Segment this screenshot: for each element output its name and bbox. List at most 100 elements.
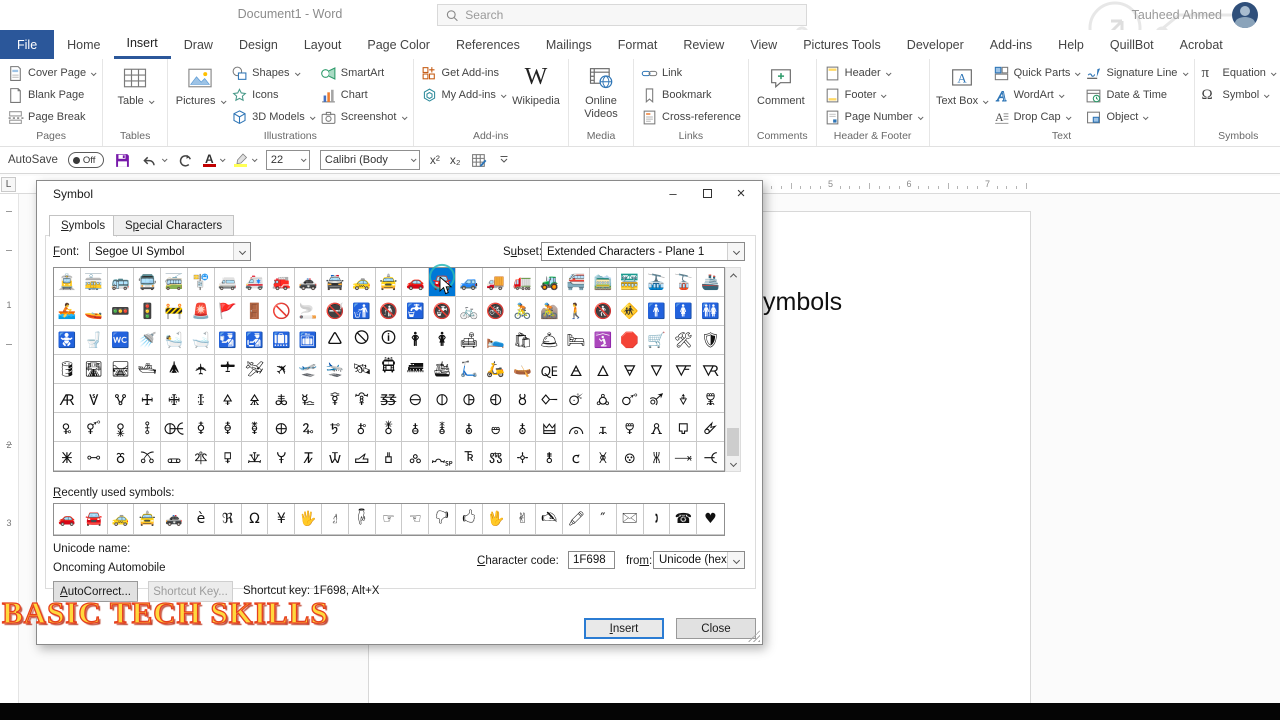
symbol-cell-5-11[interactable]: 🜫 [349, 413, 376, 442]
symbol-cell-5-8[interactable]: 🜨 [268, 413, 295, 442]
redo-button[interactable] [176, 152, 193, 169]
symbol-cell-4-21[interactable]: 🜜 [617, 384, 644, 413]
recent-symbol-cell-22[interactable]: 🕽 [644, 504, 671, 535]
ribbon-item-comment[interactable]: Comment [753, 61, 809, 108]
maximize-icon[interactable] [690, 181, 724, 205]
search-box[interactable] [437, 4, 807, 26]
symbol-cell-6-5[interactable]: 🜾 [188, 442, 215, 471]
symbol-cell-2-14[interactable]: 🛊 [429, 326, 456, 355]
tab-stop-selector[interactable]: L [1, 177, 16, 192]
symbol-cell-6-6[interactable]: 🜿 [215, 442, 242, 471]
symbol-cell-3-16[interactable]: 🛵 [483, 355, 510, 384]
font-size-combobox[interactable]: 22 [266, 150, 310, 170]
symbol-cell-5-2[interactable]: 🜢 [108, 413, 135, 442]
symbol-cell-0-24[interactable]: 🚢 [697, 268, 724, 297]
symbol-cell-4-6[interactable]: 🜍 [215, 384, 242, 413]
tab-layout[interactable]: Layout [291, 30, 355, 59]
recent-symbol-cell-18[interactable]: 🖎 [536, 504, 563, 535]
symbol-cell-4-10[interactable]: 🜑 [322, 384, 349, 413]
symbol-cell-6-15[interactable]: 🝈 [456, 442, 483, 471]
symbol-cell-1-4[interactable]: 🚧 [161, 297, 188, 326]
ribbon-item-quick-parts[interactable]: Quick Parts [990, 62, 1083, 84]
symbol-cell-1-16[interactable]: 🚳 [483, 297, 510, 326]
symbol-cell-3-24[interactable]: 🜆 [697, 355, 724, 384]
symbol-cell-0-6[interactable]: 🚐 [215, 268, 242, 297]
symbol-cell-6-7[interactable]: 🝀 [242, 442, 269, 471]
ribbon-item-cross-reference[interactable]: Cross-reference [638, 106, 744, 128]
symbol-cell-2-10[interactable]: 🛆 [322, 326, 349, 355]
recent-symbol-cell-3[interactable]: 🚖 [134, 504, 161, 535]
tab-format[interactable]: Format [605, 30, 671, 59]
symbol-cell-1-22[interactable]: 🚹 [644, 297, 671, 326]
symbol-cell-4-13[interactable]: 🜔 [402, 384, 429, 413]
symbol-cell-2-3[interactable]: 🚿 [134, 326, 161, 355]
symbol-cell-3-1[interactable]: 🛣 [81, 355, 108, 384]
recent-symbol-cell-0[interactable]: 🚗 [54, 504, 81, 535]
symbol-cell-3-13[interactable]: 🛲 [402, 355, 429, 384]
ribbon-item-symbol[interactable]: ΩSymbol [1199, 84, 1279, 106]
symbol-cell-5-5[interactable]: 🜥 [188, 413, 215, 442]
symbol-cell-3-8[interactable]: 🛪 [268, 355, 295, 384]
symbol-cell-4-14[interactable]: 🜕 [429, 384, 456, 413]
tab-pictures-tools[interactable]: Pictures Tools [790, 30, 894, 59]
symbol-cell-2-9[interactable]: 🛅 [295, 326, 322, 355]
symbol-cell-6-24[interactable]: 🝑 [697, 442, 724, 471]
ribbon-item-object[interactable]: Object [1082, 106, 1189, 128]
symbol-cell-6-1[interactable]: 🜺 [81, 442, 108, 471]
symbol-cell-1-20[interactable]: 🚷 [590, 297, 617, 326]
symbol-cell-0-9[interactable]: 🚓 [295, 268, 322, 297]
symbol-cell-1-6[interactable]: 🚩 [215, 297, 242, 326]
minimize-icon[interactable]: – [656, 181, 690, 205]
symbol-cell-1-8[interactable]: 🚫 [268, 297, 295, 326]
symbol-cell-0-3[interactable]: 🚍 [134, 268, 161, 297]
symbol-cell-0-12[interactable]: 🚖 [376, 268, 403, 297]
symbol-cell-4-18[interactable]: 🜙 [536, 384, 563, 413]
recent-symbol-cell-16[interactable]: 🖖 [483, 504, 510, 535]
symbol-cell-0-1[interactable]: 🚋 [81, 268, 108, 297]
symbol-cell-5-6[interactable]: 🜦 [215, 413, 242, 442]
symbol-cell-4-7[interactable]: 🜎 [242, 384, 269, 413]
symbol-grid-scrollbar[interactable] [725, 267, 741, 472]
ribbon-item-cover-page[interactable]: Cover Page [4, 62, 98, 84]
superscript-button[interactable]: x² [430, 153, 440, 167]
ribbon-item-blank-page[interactable]: Blank Page [4, 84, 98, 106]
symbol-cell-2-16[interactable]: 🛌 [483, 326, 510, 355]
symbol-cell-1-10[interactable]: 🚭 [322, 297, 349, 326]
symbol-cell-2-5[interactable]: 🛁 [188, 326, 215, 355]
symbol-cell-6-13[interactable]: 🝆 [402, 442, 429, 471]
close-button[interactable]: Close [676, 618, 756, 639]
scroll-down-icon[interactable] [726, 456, 740, 471]
tab-developer[interactable]: Developer [894, 30, 977, 59]
symbol-cell-1-3[interactable]: 🚦 [134, 297, 161, 326]
tab-mailings[interactable]: Mailings [533, 30, 605, 59]
recent-symbol-cell-1[interactable]: 🚘 [81, 504, 108, 535]
symbol-cell-2-1[interactable]: 🚽 [81, 326, 108, 355]
symbol-cell-3-14[interactable]: 🛳 [429, 355, 456, 384]
recent-symbol-cell-8[interactable]: ¥ [268, 504, 295, 535]
symbol-cell-3-4[interactable]: 🛦 [161, 355, 188, 384]
symbol-cell-3-9[interactable]: 🛫 [295, 355, 322, 384]
symbol-cell-6-16[interactable]: 🝉 [483, 442, 510, 471]
symbol-cell-3-19[interactable]: 🜁 [563, 355, 590, 384]
symbol-cell-3-2[interactable]: 🛤 [108, 355, 135, 384]
undo-button[interactable] [141, 152, 166, 169]
scrollbar-thumb[interactable] [727, 428, 739, 456]
ribbon-item-drop-cap[interactable]: ADrop Cap [990, 106, 1083, 128]
tab-home[interactable]: Home [54, 30, 113, 59]
symbol-cell-1-0[interactable]: 🚣 [54, 297, 81, 326]
symbol-cell-3-15[interactable]: 🛴 [456, 355, 483, 384]
symbol-cell-5-0[interactable]: 🜠 [54, 413, 81, 442]
symbol-cell-4-17[interactable]: 🜘 [510, 384, 537, 413]
subset-dropdown[interactable]: Extended Characters - Plane 1 [541, 242, 745, 261]
ribbon-item-wordart[interactable]: AWordArt [990, 84, 1083, 106]
symbol-cell-2-15[interactable]: 🛋 [456, 326, 483, 355]
symbol-cell-0-22[interactable]: 🚠 [644, 268, 671, 297]
symbol-cell-3-12[interactable]: 🛱 [376, 355, 403, 384]
symbol-cell-0-7[interactable]: 🚑 [242, 268, 269, 297]
symbol-cell-5-18[interactable]: 🜲 [536, 413, 563, 442]
symbol-cell-0-0[interactable]: 🚊 [54, 268, 81, 297]
symbol-cell-6-21[interactable]: 🝎 [617, 442, 644, 471]
symbol-cell-1-24[interactable]: 🚻 [697, 297, 724, 326]
symbol-cell-5-23[interactable]: 🜷 [670, 413, 697, 442]
from-dropdown[interactable]: Unicode (hex) [653, 551, 745, 569]
